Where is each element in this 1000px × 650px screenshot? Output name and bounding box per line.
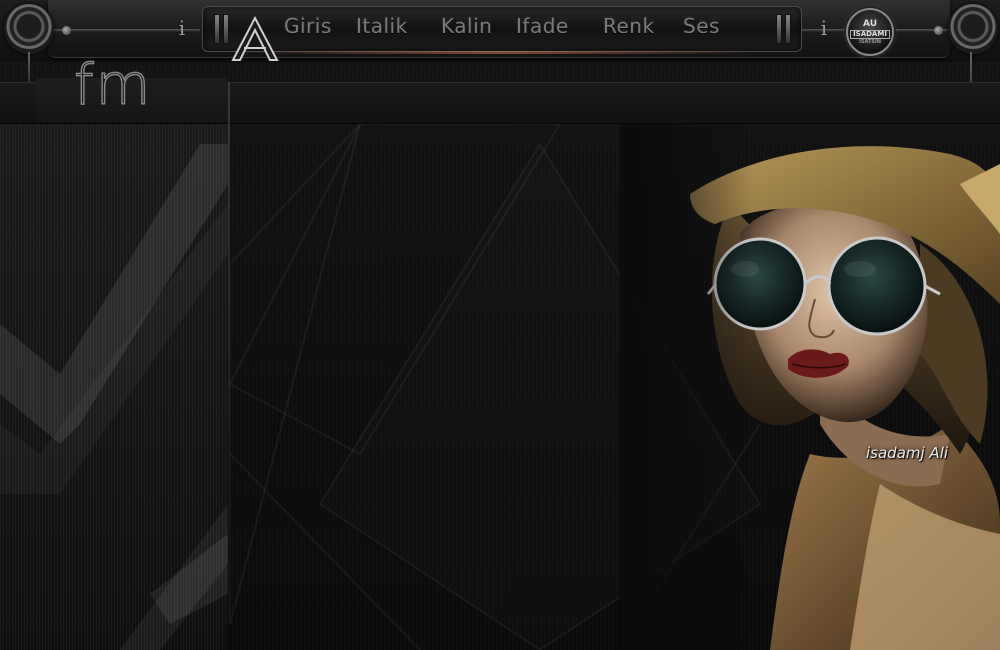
- badge-line-1: AU: [863, 18, 877, 29]
- info-left-icon[interactable]: i: [178, 16, 186, 40]
- menu-item-ses[interactable]: Ses: [683, 14, 743, 38]
- a-logo-icon[interactable]: [230, 14, 280, 62]
- menu-item-renk[interactable]: Renk: [603, 14, 683, 38]
- right-dial-icon[interactable]: [948, 4, 998, 54]
- menu-item-giris[interactable]: Giris: [284, 14, 356, 38]
- info-right-icon[interactable]: i: [820, 16, 828, 40]
- badge-line-3: ISATSIN: [859, 38, 881, 45]
- fm-logo[interactable]: fm: [73, 57, 152, 114]
- menu-item-ifade[interactable]: Ifade: [516, 14, 603, 38]
- left-rail-knob[interactable]: [62, 26, 71, 35]
- menu-item-kalin[interactable]: Kalin: [441, 14, 516, 38]
- right-rail-knob[interactable]: [934, 26, 943, 35]
- badge-line-2: ISADAMI: [850, 29, 890, 39]
- sidebar-divider: [228, 82, 230, 602]
- artist-signature: isadamj Ali: [866, 444, 949, 462]
- model-illustration: [620, 124, 1000, 650]
- pause-left-icon[interactable]: [214, 14, 230, 44]
- left-dial-icon[interactable]: [4, 4, 54, 54]
- menu-item-italik[interactable]: Italik: [356, 14, 441, 38]
- pause-right-icon[interactable]: [776, 14, 792, 44]
- au-badge[interactable]: AU ISADAMI ISATSIN: [846, 8, 894, 56]
- main-menu: Giris Italik Kalin Ifade Renk Ses: [284, 14, 743, 38]
- menu-glow: [240, 51, 760, 54]
